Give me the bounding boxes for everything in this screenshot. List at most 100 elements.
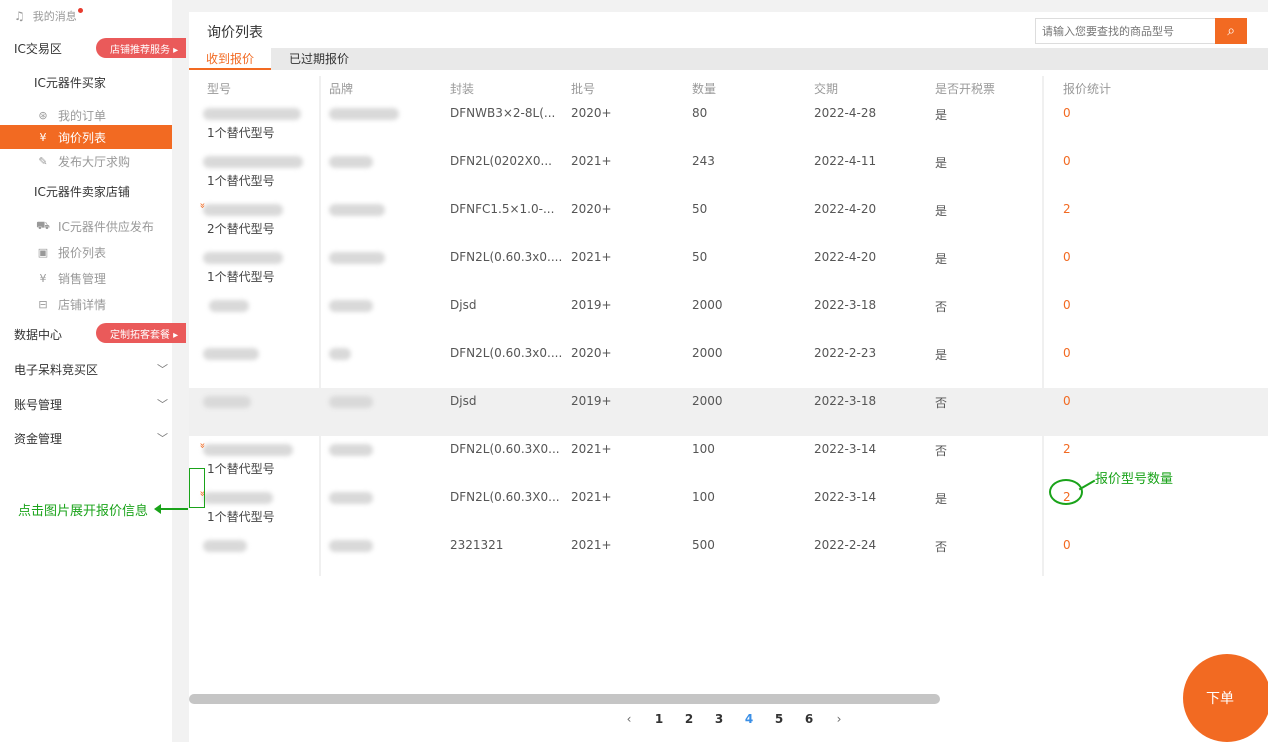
sidebar-item-shop-details[interactable]: ⊟ 店铺详情 (36, 292, 208, 316)
next-page-button[interactable]: › (824, 712, 854, 726)
sidebar-item-label: 销售管理 (58, 271, 107, 286)
table-row[interactable]: Djsd 2019+ 2000 2022-3-18 否 0 (189, 292, 1268, 340)
quote-count[interactable]: 0 (1063, 298, 1071, 312)
model-thumbnail[interactable] (203, 396, 251, 408)
quantity-cell: 2000 (692, 394, 723, 408)
promo-custom-badge[interactable]: 定制拓客套餐 ▸ (96, 323, 187, 343)
section-funds[interactable]: 资金管理 ﹀ (14, 426, 186, 450)
page-number[interactable]: 6 (794, 712, 824, 726)
model-thumbnail[interactable] (209, 300, 249, 312)
search-button[interactable]: ⌕ (1215, 18, 1247, 44)
model-thumbnail[interactable] (203, 156, 303, 168)
expand-chevron-icon[interactable]: » (197, 442, 208, 448)
brand-logo (329, 444, 373, 456)
delivery-cell: 2022-2-23 (814, 346, 877, 360)
col-package: 封装 (450, 82, 475, 96)
pagination: ‹ 1 2 3 4 5 6 › (614, 712, 854, 726)
group-buyer: IC元器件买家 (34, 70, 206, 94)
quote-count[interactable]: 0 (1063, 106, 1071, 120)
quote-count[interactable]: 2 (1063, 442, 1071, 456)
tax-cell: 是 (935, 348, 948, 362)
tax-cell: 否 (935, 540, 948, 554)
order-button[interactable]: 下单 (1183, 654, 1268, 742)
shop-icon: ⊟ (38, 297, 48, 311)
tax-cell: 是 (935, 108, 948, 122)
model-thumbnail[interactable] (203, 204, 283, 216)
section-account[interactable]: 账号管理 ﹀ (14, 392, 186, 416)
table-row[interactable]: DFN2L(0.60.3x0.... 2020+ 2000 2022-2-23 是 0 (189, 340, 1268, 388)
quantity-cell: 2000 (692, 298, 723, 312)
package-cell: Djsd (450, 298, 477, 312)
page-number[interactable]: 3 (704, 712, 734, 726)
tax-cell: 否 (935, 300, 948, 314)
quote-count[interactable]: 0 (1063, 346, 1071, 360)
tab-expired-quotes[interactable]: 已过期报价 (289, 48, 349, 70)
table-row[interactable]: 1个替代型号 DFN2L(0202X0... 2021+ 243 2022-4-11 是 0 (189, 148, 1268, 196)
brand-logo (329, 300, 373, 312)
quote-count[interactable]: 0 (1063, 250, 1071, 264)
col-tax-invoice: 是否开税票 (935, 82, 996, 96)
package-cell: DFN2L(0.60.3x0.... (450, 250, 563, 264)
package-cell: DFN2L(0.60.3X0... (450, 442, 560, 456)
alternative-count: 1个替代型号 (207, 462, 275, 476)
quantity-cell: 243 (692, 154, 715, 168)
messages-link[interactable]: ♫ 我的消息 (14, 4, 186, 28)
sidebar-item-quote-list[interactable]: ▣ 报价列表 (36, 240, 208, 264)
table-row[interactable]: 1个替代型号 DFN2L(0.60.3x0.... 2021+ 50 2022-4-20… (189, 244, 1268, 292)
brand-logo (329, 204, 385, 216)
prev-page-button[interactable]: ‹ (614, 712, 644, 726)
sidebar-item-my-orders[interactable]: ⊛ 我的订单 (36, 103, 208, 127)
alternative-count: 1个替代型号 (207, 270, 275, 284)
horizontal-scrollbar[interactable] (189, 694, 940, 704)
page-number[interactable]: 1 (644, 712, 674, 726)
quote-count[interactable]: 2 (1063, 202, 1071, 216)
table-row[interactable]: 1个替代型号 DFNWB3×2-8L(... 2020+ 80 2022-4-28 是 0 (189, 100, 1268, 148)
model-thumbnail[interactable] (203, 540, 247, 552)
page-number[interactable]: 4 (734, 712, 764, 726)
table-row[interactable]: Djsd 2019+ 2000 2022-3-18 否 0 (189, 388, 1268, 436)
order-icon: ⊛ (38, 108, 48, 122)
search-input[interactable] (1035, 18, 1216, 44)
expand-chevron-icon[interactable]: » (197, 202, 208, 208)
quote-count[interactable]: 0 (1063, 394, 1071, 408)
page-number[interactable]: 2 (674, 712, 704, 726)
sidebar-item-label: IC元器件供应发布 (58, 219, 154, 234)
tab-received-quotes[interactable]: 收到报价 (189, 48, 271, 70)
tax-cell: 否 (935, 396, 948, 410)
table-row[interactable]: 2321321 2021+ 500 2022-2-24 否 0 (189, 532, 1268, 580)
promo-shop-badge[interactable]: 店铺推荐服务 ▸ (96, 38, 187, 58)
alternative-count: 1个替代型号 (207, 510, 275, 524)
bell-icon: ♫ (14, 9, 25, 23)
delivery-cell: 2022-4-20 (814, 250, 877, 264)
section-account-label: 账号管理 (14, 397, 63, 412)
sales-icon: ¥ (39, 271, 47, 285)
annotation-expand-hint: 点击图片展开报价信息 (18, 504, 149, 519)
section-stock-zone[interactable]: 电子呆料竞买区 ﹀ (14, 357, 186, 381)
batch-cell: 2020+ (571, 202, 612, 216)
model-thumbnail[interactable] (203, 444, 293, 456)
delivery-cell: 2022-4-11 (814, 154, 877, 168)
batch-cell: 2021+ (571, 250, 612, 264)
chevron-down-icon: ﹀ (157, 432, 168, 445)
group-buyer-label: IC元器件买家 (34, 75, 106, 90)
quote-count[interactable]: 0 (1063, 538, 1071, 552)
package-cell: DFN2L(0.60.3X0... (450, 490, 560, 504)
page-title: 询价列表 (207, 25, 263, 41)
sidebar-item-publish-purchase[interactable]: ✎ 发布大厅求购 (36, 149, 208, 173)
annotation-circle (1049, 479, 1083, 505)
model-thumbnail[interactable] (203, 252, 283, 264)
sidebar-item-label: 询价列表 (58, 130, 107, 145)
model-thumbnail[interactable] (203, 348, 259, 360)
brand-logo (329, 252, 385, 264)
package-cell: Djsd (450, 394, 477, 408)
package-cell: 2321321 (450, 538, 504, 552)
quote-count[interactable]: 0 (1063, 154, 1071, 168)
table-row[interactable]: » 2个替代型号 DFNFC1.5×1.0-... 2020+ 50 2022-4-20 是… (189, 196, 1268, 244)
sidebar-item-inquiry-list[interactable]: ¥ 询价列表 (0, 125, 172, 149)
sidebar-item-supply-publish[interactable]: ⛟ IC元器件供应发布 (36, 214, 208, 238)
model-thumbnail[interactable] (203, 108, 301, 120)
table-row[interactable]: » 1个替代型号 DFN2L(0.60.3X0... 2021+ 100 2022-3-1… (189, 484, 1268, 532)
page-number[interactable]: 5 (764, 712, 794, 726)
sidebar-item-sales[interactable]: ¥ 销售管理 (36, 266, 208, 290)
model-thumbnail[interactable] (203, 492, 273, 504)
